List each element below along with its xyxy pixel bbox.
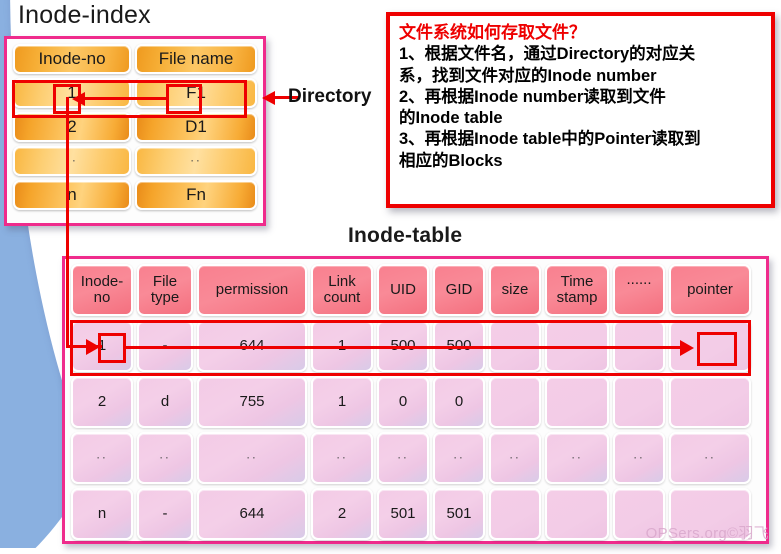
inode-index-cell-inode-no[interactable]: n xyxy=(13,180,132,210)
inode-table-header-inode-no: Inode-no xyxy=(71,264,133,316)
watermark: OPSers.org©羽飞 xyxy=(645,525,769,542)
ellipsis-vertical-icon: : xyxy=(702,456,718,460)
inode-table-cell-time-stamp[interactable] xyxy=(545,488,609,540)
ellipsis-vertical-icon: : xyxy=(64,159,80,163)
inode-table-cell-gid[interactable]: 0 xyxy=(433,376,485,428)
index-to-inode-connector-vertical xyxy=(66,97,69,347)
inode-table-row[interactable]: : : : : : : : : : : xyxy=(69,430,762,486)
inode-index-cell-file-name[interactable]: : xyxy=(135,146,257,176)
inode-table-cell-permission[interactable]: 755 xyxy=(197,376,307,428)
inode-index-table: Inode-no File name 1 F1 2 D1 : : n Fn xyxy=(4,36,266,226)
inode-table-header-file-type: File type xyxy=(137,264,193,316)
inode-table-inode-no-highlight-box xyxy=(98,333,126,363)
page-title-inode-index: Inode-index xyxy=(18,1,151,29)
inode-table-cell-file-type[interactable]: - xyxy=(137,488,193,540)
inode-table-header-size: size xyxy=(489,264,541,316)
note-line: 系，找到文件对应的Inode number xyxy=(399,66,657,85)
directory-label: Directory xyxy=(288,86,372,107)
slide-canvas: Inode-index Inode-table Inode-no File na… xyxy=(0,0,781,554)
note-title: 文件系统如何存取文件？ xyxy=(399,23,586,42)
inode-table-cell-uid[interactable]: : xyxy=(377,432,429,484)
inode-table-cell-pointer[interactable] xyxy=(669,376,751,428)
inode-table-cell-file-type[interactable]: d xyxy=(137,376,193,428)
inode-table-cell-inode-no[interactable]: : xyxy=(71,432,133,484)
inode-table-row[interactable]: 2 d 755 1 0 0 xyxy=(69,374,762,430)
ellipsis-vertical-icon: : xyxy=(334,456,350,460)
inode-table-header-row: Inode-no File type permission Link count… xyxy=(69,262,762,318)
inode-index-cell-file-name[interactable]: Fn xyxy=(135,180,257,210)
inode-index-header-inode-no: Inode-no xyxy=(13,44,132,74)
directory-lookup-arrow-line xyxy=(83,97,167,100)
inode-index-header-file-name: File name xyxy=(135,44,257,74)
file-name-value-highlight-box xyxy=(166,84,202,114)
inode-table-cell-link-count[interactable]: : xyxy=(311,432,373,484)
inode-table-cell-permission[interactable]: : xyxy=(197,432,307,484)
inode-table-cell-time-stamp[interactable]: : xyxy=(545,432,609,484)
inode-table-header-time-stamp: Time stamp xyxy=(545,264,609,316)
inode-table-cell-link-count[interactable]: 2 xyxy=(311,488,373,540)
ellipsis-vertical-icon: : xyxy=(631,456,647,460)
inode-index-row[interactable]: n Fn xyxy=(11,178,259,212)
inode-table-cell-gid[interactable]: 501 xyxy=(433,488,485,540)
note-line: 的Inode table xyxy=(399,109,503,128)
inode-table-cell-size[interactable]: : xyxy=(489,432,541,484)
inode-table-header-permission: permission xyxy=(197,264,307,316)
directory-label-arrow-head xyxy=(262,91,275,105)
inode-table-cell-file-type[interactable]: : xyxy=(137,432,193,484)
ellipsis-vertical-icon: : xyxy=(451,456,467,460)
ellipsis-vertical-icon: : xyxy=(188,159,204,163)
explanation-note-box: 文件系统如何存取文件？ 1、根据文件名，通过Directory的对应关 系，找到… xyxy=(386,12,775,208)
ellipsis-vertical-icon: : xyxy=(94,456,110,460)
ellipsis-vertical-icon: : xyxy=(395,456,411,460)
inode-table-cell-ellipsis[interactable] xyxy=(613,376,665,428)
inode-table-cell-size[interactable] xyxy=(489,376,541,428)
inode-table-header-pointer: pointer xyxy=(669,264,751,316)
ellipsis-vertical-icon: : xyxy=(569,456,585,460)
inode-table-cell-permission[interactable]: 644 xyxy=(197,488,307,540)
inode-table-header-uid: UID xyxy=(377,264,429,316)
pointer-cell-highlight-box xyxy=(697,332,737,366)
inode-row-to-pointer-arrow-head xyxy=(680,340,694,356)
inode-table-cell-ellipsis[interactable]: : xyxy=(613,432,665,484)
inode-row-to-pointer-arrow-line xyxy=(126,346,681,349)
index-to-inode-connector-arrow-head xyxy=(86,339,100,355)
page-title-inode-table: Inode-table xyxy=(348,224,463,247)
background-bottom-strip xyxy=(0,548,781,554)
inode-table-cell-uid[interactable]: 0 xyxy=(377,376,429,428)
note-line: 3、再根据Inode table中的Pointer读取到 xyxy=(399,130,701,149)
inode-table-cell-inode-no[interactable]: 2 xyxy=(71,376,133,428)
inode-table-header-link-count: Link count xyxy=(311,264,373,316)
inode-table-cell-inode-no[interactable]: n xyxy=(71,488,133,540)
inode-table-cell-size[interactable] xyxy=(489,488,541,540)
ellipsis-vertical-icon: : xyxy=(157,456,173,460)
inode-index-row[interactable]: : : xyxy=(11,144,259,178)
inode-table-cell-time-stamp[interactable] xyxy=(545,376,609,428)
inode-index-cell-inode-no[interactable]: : xyxy=(13,146,132,176)
inode-table: Inode-no File type permission Link count… xyxy=(62,256,769,544)
inode-table-cell-uid[interactable]: 501 xyxy=(377,488,429,540)
ellipsis-vertical-icon: : xyxy=(244,456,260,460)
inode-table-header-ellipsis: ...... xyxy=(613,264,665,316)
inode-table-header-gid: GID xyxy=(433,264,485,316)
ellipsis-vertical-icon: : xyxy=(507,456,523,460)
note-line: 1、根据文件名，通过Directory的对应关 xyxy=(399,45,696,64)
directory-lookup-arrow-head xyxy=(72,92,85,106)
inode-table-cell-pointer[interactable]: : xyxy=(669,432,751,484)
note-line: 相应的Blocks xyxy=(399,151,503,170)
inode-table-cell-link-count[interactable]: 1 xyxy=(311,376,373,428)
inode-index-header-row: Inode-no File name xyxy=(11,42,259,76)
inode-table-cell-gid[interactable]: : xyxy=(433,432,485,484)
note-line: 2、再根据Inode number读取到文件 xyxy=(399,87,666,106)
